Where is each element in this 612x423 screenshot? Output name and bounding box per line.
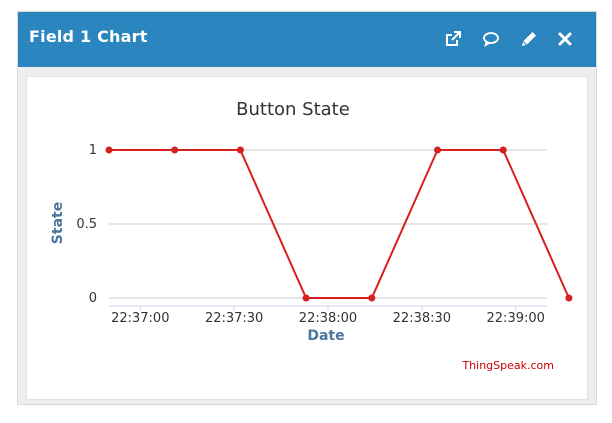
x-tick-label: 22:38:30 <box>393 311 451 326</box>
external-link-icon[interactable] <box>442 28 464 50</box>
data-point[interactable] <box>565 294 573 302</box>
data-point[interactable] <box>105 146 113 154</box>
y-tick-label: 1 <box>89 143 97 158</box>
widget-title: Field 1 Chart <box>29 27 148 46</box>
widget-header: Field 1 Chart <box>18 12 596 67</box>
x-tick-labels: 22:37:00 22:37:30 22:38:00 22:38:30 22:39:00 <box>111 306 545 326</box>
line-chart: Button State State Date 00.51 22:37:00 22… <box>50 99 573 372</box>
y-tick-label: 0.5 <box>76 217 97 232</box>
close-icon[interactable] <box>554 28 576 50</box>
x-axis-title: Date <box>307 328 344 344</box>
data-point[interactable] <box>434 146 441 154</box>
pencil-icon[interactable] <box>518 28 540 50</box>
data-point[interactable] <box>236 146 244 154</box>
data-point[interactable] <box>368 294 376 302</box>
thingspeak-credit-link[interactable]: ThingSpeak.com <box>461 359 554 372</box>
comment-icon[interactable] <box>480 28 502 50</box>
chart-widget: Field 1 Chart Button State State Date 0 … <box>17 11 597 405</box>
data-point[interactable] <box>499 146 507 154</box>
x-tick-label: 22:37:30 <box>205 311 263 326</box>
y-tick-labels: 00.51 <box>76 143 97 306</box>
grid-lines <box>109 149 547 307</box>
y-tick-label: 0 <box>89 291 97 306</box>
y-axis-title: State <box>50 202 66 244</box>
chart-panel: Button State State Date 0 0.5 1 22:37:00 22… <box>26 76 588 400</box>
x-tick-label: 22:37:00 <box>111 311 169 326</box>
chart-title: Button State <box>236 99 350 120</box>
x-tick-label: 22:39:00 <box>487 311 545 326</box>
data-point[interactable] <box>171 146 179 154</box>
x-tick-label: 22:38:00 <box>299 311 357 326</box>
data-point[interactable] <box>302 294 310 302</box>
